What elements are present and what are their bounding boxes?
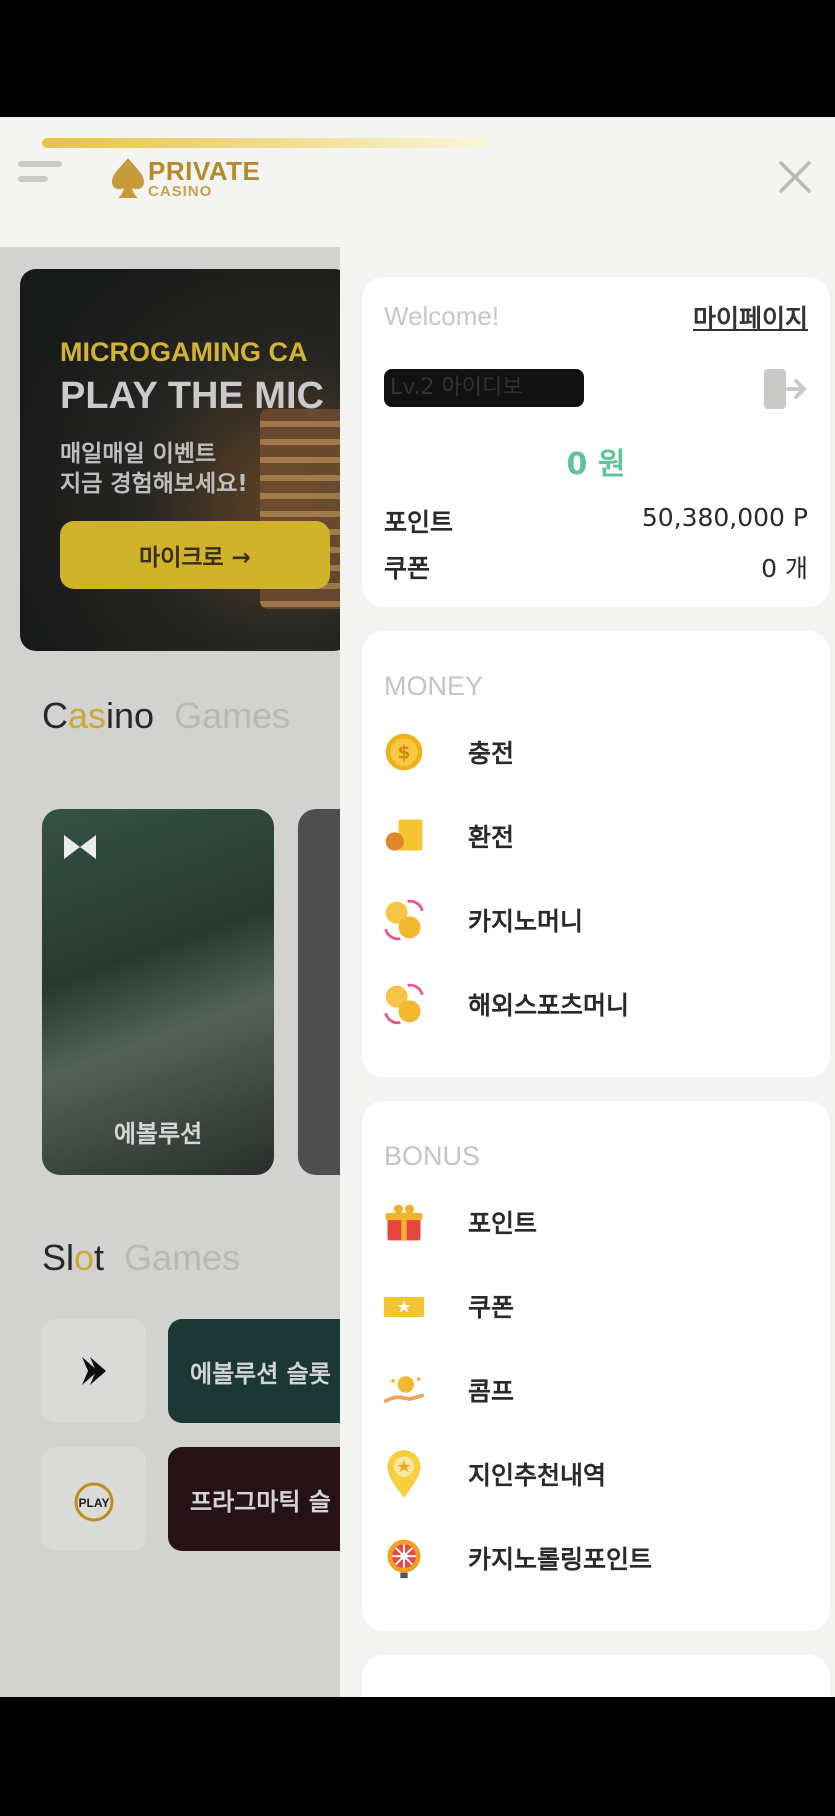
coupon-label: 쿠폰 (384, 554, 431, 583)
dim-overlay[interactable] (0, 247, 340, 1697)
menu-item-label: 카지노머니 (468, 907, 584, 936)
logo-text-private: PRIVATE (148, 155, 261, 186)
coupon-row: 쿠폰 0 개 (384, 549, 808, 585)
menu-item-label: 카지노롤링포인트 (468, 1545, 653, 1574)
logo[interactable]: PRIVATE CASINO (110, 153, 260, 203)
menu-item-label: 해외스포츠머니 (468, 991, 630, 1020)
points-value: 50,380,000 P (641, 503, 808, 532)
location-star-icon (380, 1450, 428, 1498)
menu-item-label: 환전 (468, 823, 515, 852)
gift-icon (380, 1198, 428, 1246)
bonus-card: BONUS 포인트 쿠폰 콤프 지인추천내역 카지노롤링포인트 (362, 1101, 830, 1631)
menu-item-label: 콤프 (468, 1377, 515, 1406)
points-row: 포인트 50,380,000 P (384, 503, 808, 539)
ticket-icon (380, 1282, 428, 1330)
menu-item-label: 포인트 (468, 1209, 538, 1238)
menu-item-label: 충전 (468, 739, 515, 768)
menu-icon[interactable] (18, 161, 64, 195)
menu-item-points[interactable]: 포인트 (380, 1191, 812, 1253)
bonus-section-title: BONUS (384, 1141, 481, 1171)
svg-text:$: $ (398, 742, 411, 763)
coin-icon: $ (380, 728, 428, 776)
side-drawer: Welcome! 마이페이지 Lv.2 아이디보 0 원 포인트 50,380,… (42, 138, 835, 1697)
coins-icon (380, 896, 428, 944)
top-bar: PRIVATE CASINO (0, 117, 835, 247)
mypage-link[interactable]: 마이페이지 (693, 299, 808, 335)
gold-accent-bar (42, 138, 492, 148)
exchange-icon (380, 812, 428, 860)
menu-item-overseas-sports-money[interactable]: 해외스포츠머니 (380, 973, 812, 1035)
username-redacted: Lv.2 아이디보 (384, 369, 584, 407)
menu-item-coupon[interactable]: 쿠폰 (380, 1275, 812, 1337)
account-card: Welcome! 마이페이지 Lv.2 아이디보 0 원 포인트 50,380,… (362, 277, 830, 607)
menu-item-casino-rolling-points[interactable]: 카지노롤링포인트 (380, 1527, 812, 1589)
menu-item-label: 쿠폰 (468, 1293, 515, 1322)
points-label: 포인트 (384, 508, 454, 537)
coins-icon (380, 980, 428, 1028)
menu-item-casino-money[interactable]: 카지노머니 (380, 889, 812, 951)
next-section-card (362, 1655, 830, 1697)
logout-icon[interactable] (762, 365, 808, 413)
money-card: MONEY $ 충전 환전 카지노머니 해외스포츠머니 (362, 631, 830, 1077)
menu-item-label: 지인추천내역 (468, 1461, 607, 1490)
coupon-value: 0 개 (761, 554, 808, 583)
welcome-text: Welcome! (384, 301, 500, 331)
background-page: MICROGAMING CA PLAY THE MIC 매일매일 이벤트 지금 … (0, 247, 388, 1697)
menu-item-withdraw[interactable]: 환전 (380, 805, 812, 867)
menu-item-comp[interactable]: 콤프 (380, 1359, 812, 1421)
money-section-title: MONEY (384, 671, 484, 701)
logo-text-casino: CASINO (148, 182, 213, 200)
menu-item-deposit[interactable]: $ 충전 (380, 721, 812, 783)
balance-amount: 0 원 (566, 447, 626, 482)
menu-item-referral-history[interactable]: 지인추천내역 (380, 1443, 812, 1505)
roulette-icon (380, 1534, 428, 1582)
app-screen: PRIVATE CASINO MICROGAMING CA PLAY THE M… (0, 117, 835, 1697)
close-icon[interactable] (775, 157, 815, 197)
hand-coin-icon (380, 1366, 428, 1414)
spade-logo-icon (112, 158, 144, 198)
